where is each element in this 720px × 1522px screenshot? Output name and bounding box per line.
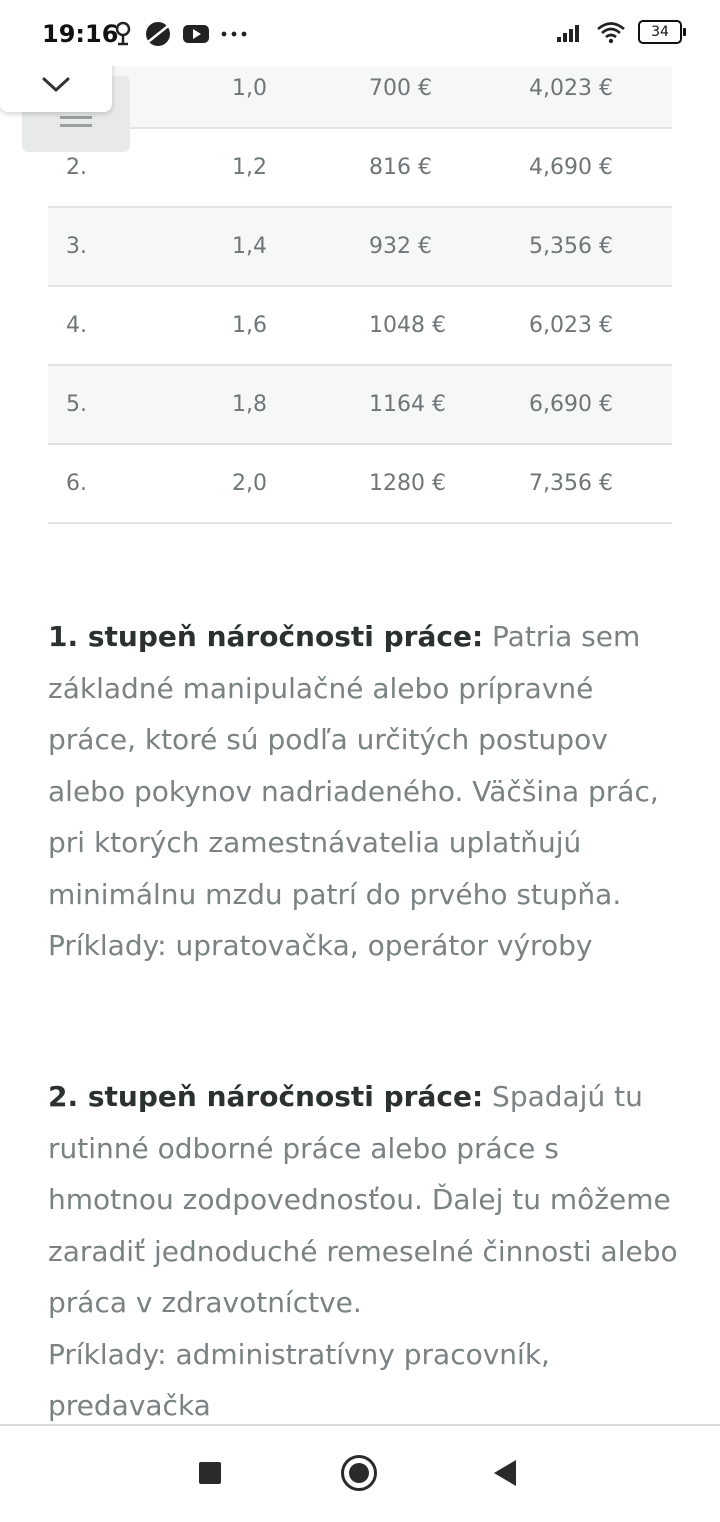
- status-bar: 19:16 34: [0, 0, 720, 66]
- table-cell: 1280 €: [369, 471, 446, 496]
- section-heading: 1. stupeň náročnosti práce:: [48, 620, 484, 653]
- battery-indicator: 34: [638, 20, 686, 44]
- table-cell: 4.: [66, 313, 87, 338]
- table-cell: 932 €: [369, 234, 432, 259]
- menu-icon-line: [60, 124, 92, 127]
- table-cell: 4,690 €: [529, 155, 613, 180]
- table-row: 6. 2,0 1280 € 7,356 €: [48, 445, 672, 524]
- status-time: 19:16: [42, 20, 119, 48]
- youtube-icon: [183, 25, 209, 43]
- table-cell: 7,356 €: [529, 471, 613, 496]
- work-level-description: 1. stupeň náročnosti práce: Patria sem z…: [48, 611, 678, 972]
- salary-table: 1,0 700 € 4,023 € 2. 1,2 816 € 4,690 € 3…: [48, 50, 672, 524]
- table-cell: 5.: [66, 392, 87, 417]
- table-cell: 1,4: [232, 234, 267, 259]
- more-dots-icon: [221, 31, 247, 37]
- table-cell: 1,6: [232, 313, 267, 338]
- table-row: 5. 1,8 1164 € 6,690 €: [48, 366, 672, 445]
- system-navigation-bar: [0, 1424, 720, 1522]
- collapse-header-button[interactable]: [0, 58, 112, 112]
- table-cell: 1,2: [232, 155, 267, 180]
- table-row: 3. 1,4 932 € 5,356 €: [48, 208, 672, 287]
- home-icon[interactable]: [341, 1455, 377, 1491]
- table-cell: 6.: [66, 471, 87, 496]
- menu-icon: [60, 116, 92, 119]
- system-status-icons: 34: [556, 20, 686, 44]
- back-icon[interactable]: [494, 1460, 516, 1486]
- work-level-description: 2. stupeň náročnosti práce: Spadajú tu r…: [48, 1071, 678, 1432]
- table-cell: 3.: [66, 234, 87, 259]
- table-cell: 1164 €: [369, 392, 446, 417]
- table-cell: 6,023 €: [529, 313, 613, 338]
- table-cell: 5,356 €: [529, 234, 613, 259]
- section-text: Patria sem základné manipulačné alebo pr…: [48, 620, 659, 911]
- wifi-icon: [597, 22, 625, 44]
- recents-icon[interactable]: [199, 1462, 221, 1484]
- section-examples: Príklady: upratovačka, operátor výroby: [48, 929, 593, 962]
- table-cell: 1,8: [232, 392, 267, 417]
- browser-icon: [146, 22, 170, 46]
- notification-icons: [112, 18, 248, 50]
- section-examples: Príklady: administratívny pracovník, pre…: [48, 1337, 550, 1423]
- section-heading: 2. stupeň náročnosti práce:: [48, 1080, 484, 1113]
- signal-icon: [557, 25, 579, 42]
- table-cell: 1048 €: [369, 313, 446, 338]
- table-row: 2. 1,2 816 € 4,690 €: [48, 129, 672, 208]
- table-cell: 6,690 €: [529, 392, 613, 417]
- table-row: 4. 1,6 1048 € 6,023 €: [48, 287, 672, 366]
- table-cell: 2,0: [232, 471, 267, 496]
- section-text: Spadajú tu rutinné odborné práce alebo p…: [48, 1080, 678, 1319]
- chevron-down-icon: [42, 77, 70, 93]
- table-cell: 816 €: [369, 155, 432, 180]
- location-icon: [115, 21, 131, 46]
